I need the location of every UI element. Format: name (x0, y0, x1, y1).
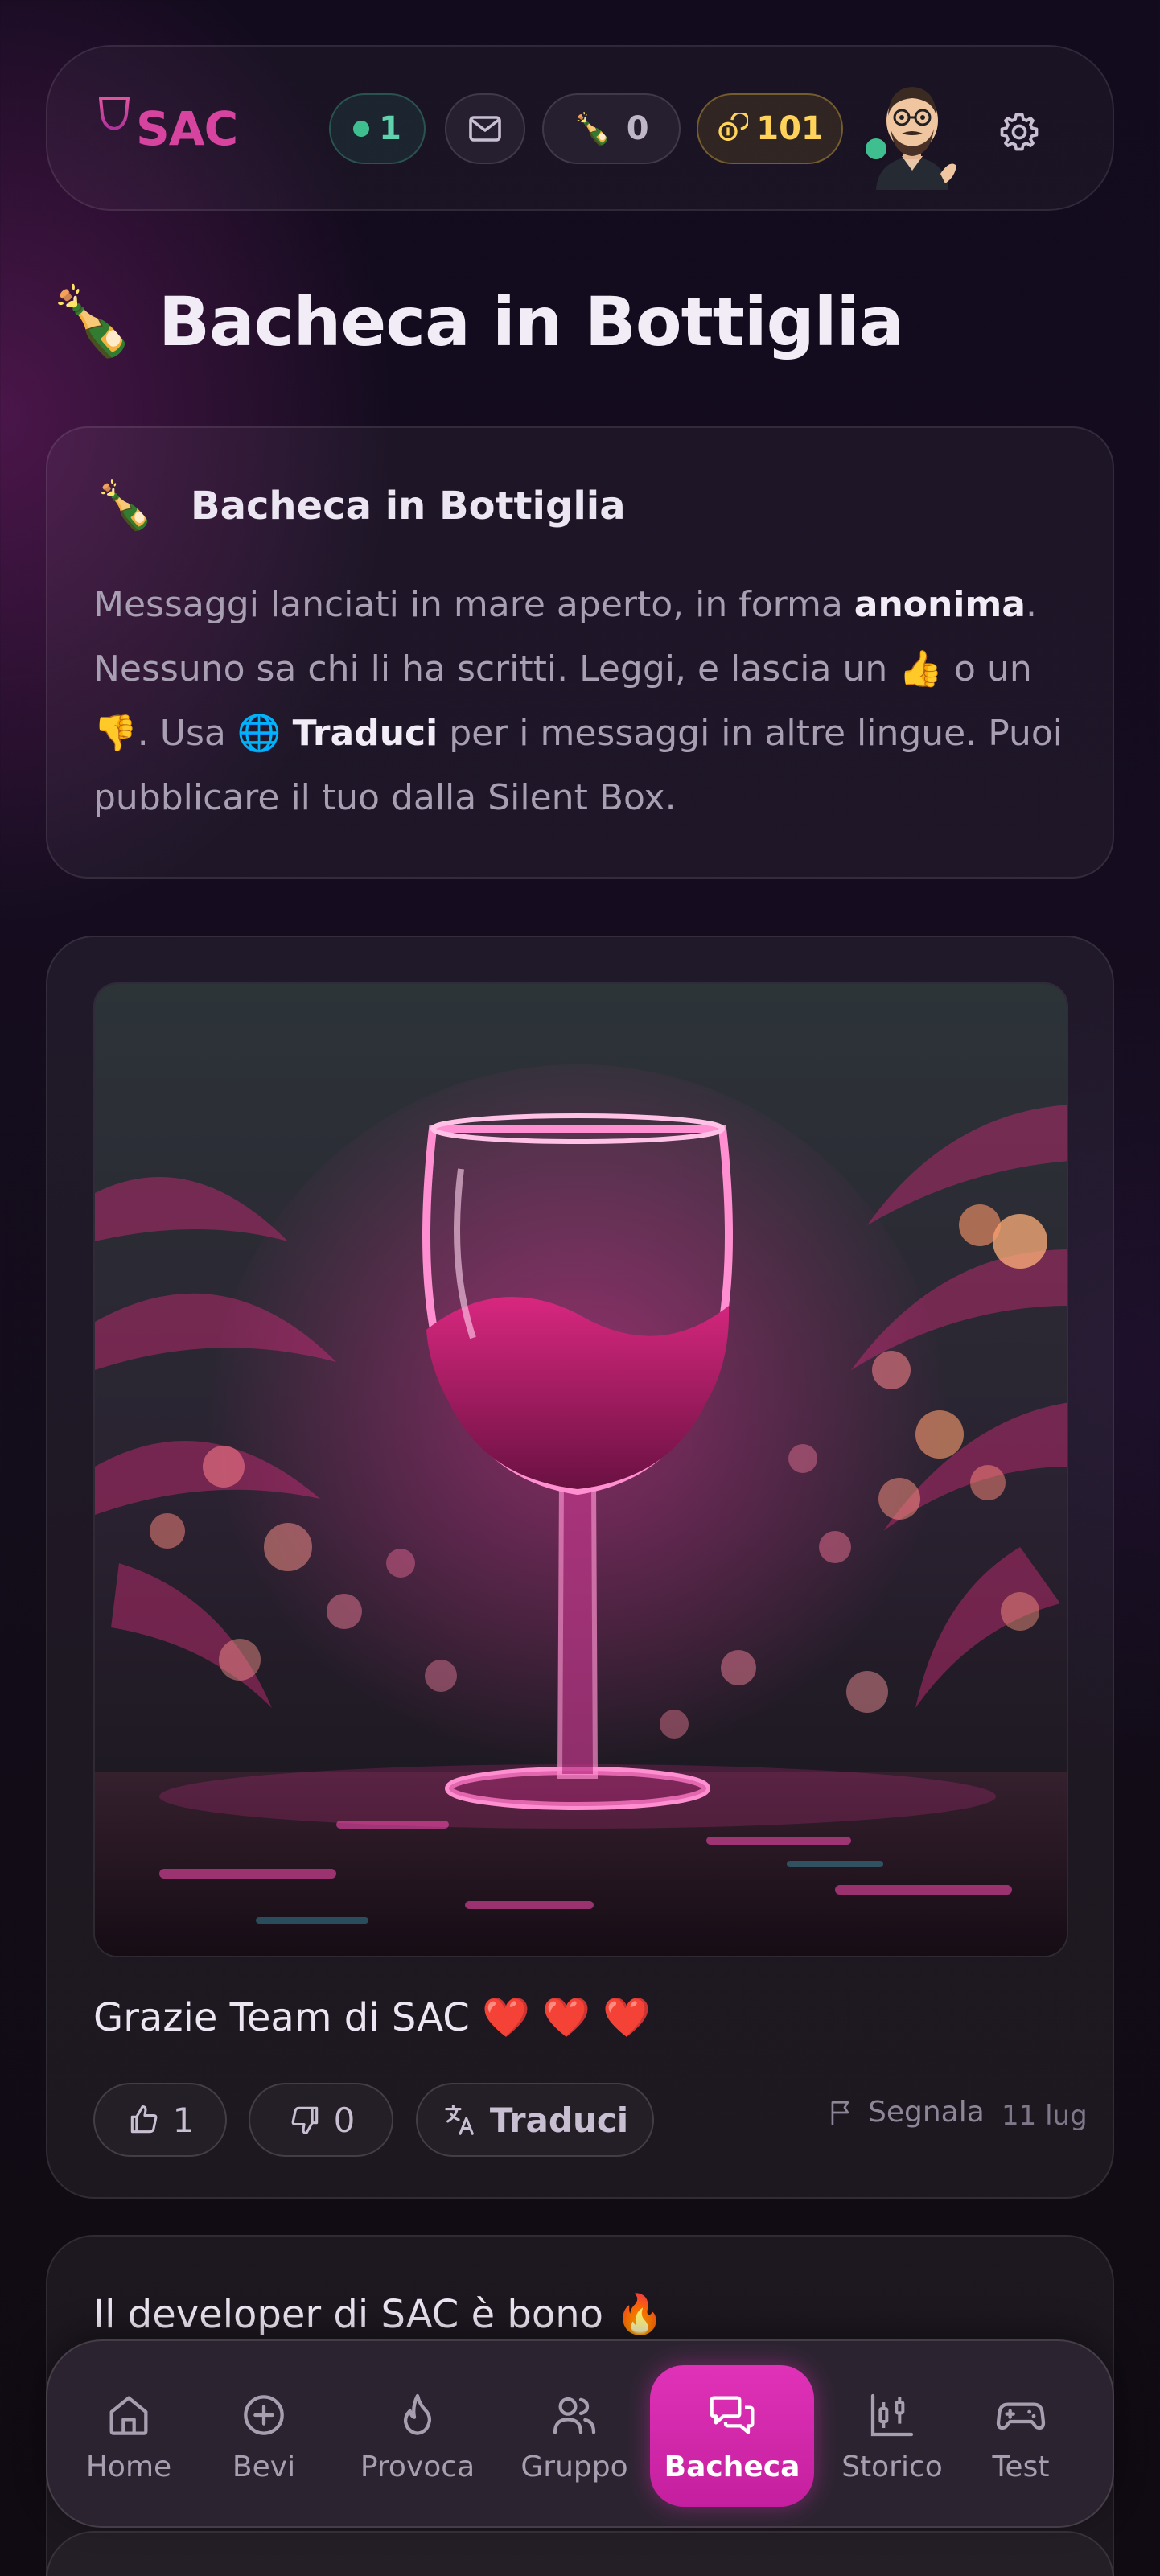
info-text-segment: o un (943, 648, 1032, 689)
nav-label: Bacheca (664, 2450, 800, 2483)
info-bold-anonymous: anonima (854, 584, 1026, 625)
nav-item-bevi[interactable]: Bevi (218, 2365, 310, 2507)
info-bold-translate: Traduci (292, 713, 438, 754)
globe-icon: 🌐 (237, 713, 282, 754)
report-button[interactable]: Segnala (826, 2096, 985, 2129)
messages-icon (710, 2396, 755, 2434)
users-icon (553, 2397, 596, 2434)
info-text-segment: . Usa (137, 713, 237, 754)
info-card-description: Messaggi lanciati in mare aperto, in for… (93, 573, 1075, 830)
plus-circle-icon (244, 2394, 284, 2435)
post-message: Il developer di SAC è bono 🔥 (93, 2292, 664, 2337)
page-header: 🍾 Bacheca in Bottiglia (50, 282, 904, 361)
thumbs-up-icon: 👍 (899, 648, 944, 689)
avatar-online-dot-icon (862, 135, 890, 163)
nav-label: Storico (841, 2450, 943, 2483)
bottle-count: 0 (626, 110, 649, 147)
info-card-header: 🍾 Bacheca in Bottiglia (96, 478, 626, 533)
mail-icon (469, 116, 501, 142)
nav-label: Test (992, 2450, 1050, 2483)
nav-item-bacheca[interactable]: Bacheca (650, 2365, 814, 2507)
like-count: 1 (172, 2100, 195, 2140)
nav-item-gruppo[interactable]: Gruppo (510, 2365, 639, 2507)
nav-item-provoca[interactable]: Provoca (353, 2365, 482, 2507)
dislike-count: 0 (333, 2100, 356, 2140)
bottle-counter-pill[interactable]: 🍾 0 (542, 93, 681, 164)
translate-icon (445, 2105, 474, 2135)
avatar[interactable] (862, 71, 963, 190)
coins-icon (718, 113, 749, 141)
online-users-pill[interactable]: 1 (329, 93, 426, 164)
nav-label: Gruppo (520, 2450, 628, 2483)
bottle-icon: 🍾 (96, 478, 154, 533)
nav-item-home[interactable]: Home (78, 2365, 179, 2507)
nav-label: Provoca (360, 2450, 475, 2483)
coins-count: 101 (756, 110, 824, 147)
wine-glass-logo-icon (99, 97, 130, 158)
nav-label: Home (85, 2450, 172, 2483)
info-card-title: Bacheca in Bottiglia (191, 483, 626, 529)
nav-label: Bevi (232, 2450, 296, 2483)
dislike-button[interactable]: 0 (249, 2083, 393, 2157)
logo-text: SAC (136, 101, 238, 156)
home-icon (109, 2396, 148, 2435)
messages-button[interactable] (445, 93, 525, 164)
gamepad-icon (996, 2402, 1046, 2430)
post-image (93, 982, 1068, 1957)
translate-button[interactable]: Traduci (416, 2083, 654, 2157)
like-button[interactable]: 1 (93, 2083, 227, 2157)
post-date: 11 lug (1002, 2100, 1088, 2132)
gear-icon[interactable] (997, 109, 1042, 154)
wine-glass-illustration (95, 984, 1067, 1956)
candlestick-chart-icon (870, 2393, 914, 2436)
thumbs-up-icon (130, 2105, 158, 2134)
top-bar: SAC 1 🍾 0 101 (46, 45, 1114, 211)
online-count: 1 (379, 110, 401, 147)
bottle-icon: 🍾 (574, 110, 612, 146)
coins-pill[interactable]: 101 (697, 93, 843, 164)
bottom-navigation: Home Bevi Provoca Gruppo Bacheca Storico… (46, 2339, 1114, 2528)
thumbs-down-icon: 👎 (93, 713, 138, 754)
post-card (46, 2531, 1114, 2576)
post-message: Grazie Team di SAC ❤️ ❤️ ❤️ (93, 1995, 651, 2040)
translate-label: Traduci (489, 2100, 629, 2140)
app-logo[interactable]: SAC (96, 93, 238, 164)
flag-icon (831, 2101, 849, 2125)
post-card: Grazie Team di SAC ❤️ ❤️ ❤️ 1 0 Traduci … (46, 936, 1114, 2199)
info-card: 🍾 Bacheca in Bottiglia Messaggi lanciati… (46, 426, 1114, 879)
info-text-segment: Messaggi lanciati in mare aperto, in for… (93, 584, 854, 625)
thumbs-down-icon (291, 2106, 318, 2135)
bottle-icon: 🍾 (50, 282, 134, 360)
flame-icon (403, 2393, 432, 2435)
nav-item-storico[interactable]: Storico (832, 2365, 952, 2507)
page-title: Bacheca in Bottiglia (158, 282, 904, 361)
report-label: Segnala (868, 2096, 985, 2129)
nav-item-test[interactable]: Test (973, 2365, 1069, 2507)
online-dot-icon (353, 121, 370, 137)
